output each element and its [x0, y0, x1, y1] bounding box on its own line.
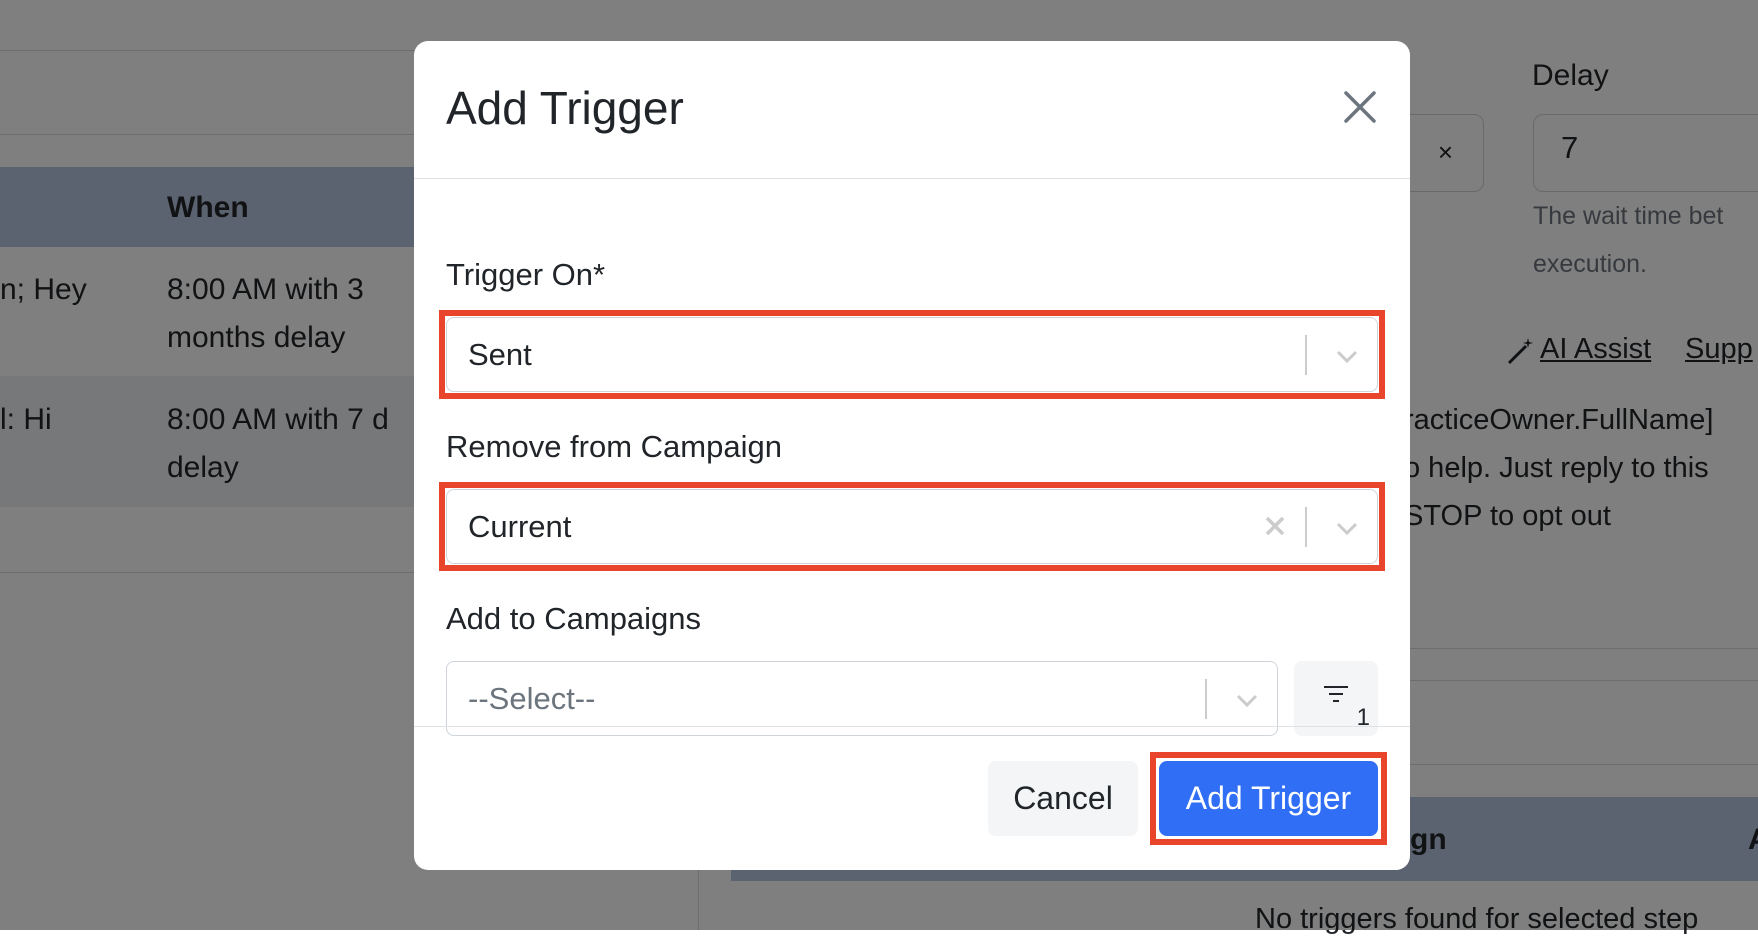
filter-icon — [1322, 683, 1350, 707]
select-separator — [1305, 507, 1307, 547]
add-to-campaigns-placeholder: --Select-- — [468, 681, 596, 716]
trigger-on-label: Trigger On* — [446, 257, 606, 292]
modal-header: Add Trigger — [414, 41, 1410, 179]
filter-button[interactable]: 1 — [1294, 661, 1378, 736]
clear-icon[interactable] — [1260, 511, 1290, 541]
modal-title: Add Trigger — [446, 82, 684, 134]
close-icon[interactable] — [1338, 85, 1382, 129]
chevron-down-icon[interactable] — [1333, 514, 1361, 542]
add-trigger-modal: Add Trigger Trigger On* Sent Remove from… — [414, 41, 1410, 870]
remove-from-campaign-select[interactable]: Current — [446, 489, 1378, 564]
select-separator — [1205, 679, 1207, 719]
remove-from-campaign-value: Current — [468, 509, 572, 544]
select-separator — [1305, 335, 1307, 375]
add-to-campaigns-select[interactable]: --Select-- — [446, 661, 1278, 736]
trigger-on-select[interactable]: Sent — [446, 317, 1378, 392]
trigger-on-value: Sent — [468, 337, 532, 372]
chevron-down-icon[interactable] — [1233, 686, 1261, 714]
chevron-down-icon[interactable] — [1333, 342, 1361, 370]
cancel-button[interactable]: Cancel — [988, 761, 1138, 836]
modal-footer: Cancel Add Trigger — [414, 726, 1410, 870]
remove-from-campaign-label: Remove from Campaign — [446, 429, 782, 464]
add-to-campaigns-label: Add to Campaigns — [446, 601, 702, 636]
add-trigger-button[interactable]: Add Trigger — [1159, 761, 1378, 836]
